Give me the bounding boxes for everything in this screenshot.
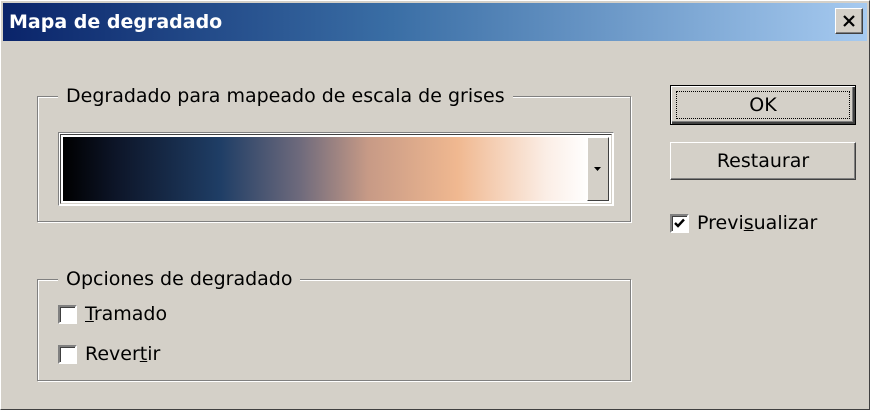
- gradient-group-legend: Degradado para mapeado de escala de gris…: [58, 83, 513, 109]
- window-title: Mapa de degradado: [9, 11, 223, 33]
- options-group-legend: Opciones de degradado: [58, 266, 301, 292]
- dither-checkbox[interactable]: [58, 304, 77, 324]
- chevron-down-icon: [594, 166, 601, 171]
- gradient-picker[interactable]: [58, 132, 614, 206]
- reverse-checkbox[interactable]: [58, 344, 77, 364]
- close-button[interactable]: [835, 8, 863, 34]
- focus-rect: [676, 91, 850, 119]
- reverse-option[interactable]: Revertir: [58, 343, 160, 365]
- dither-option[interactable]: Tramado: [58, 303, 167, 325]
- reset-button[interactable]: Restaurar: [670, 142, 856, 180]
- check-icon: [674, 218, 685, 228]
- preview-option[interactable]: Previsualizar: [670, 212, 817, 234]
- gradient-map-dialog: Mapa de degradado Degradado para mapeado…: [0, 0, 870, 410]
- preview-checkbox[interactable]: [670, 213, 689, 233]
- gradient-frame: [60, 134, 612, 204]
- reset-button-label: Restaurar: [716, 150, 810, 172]
- gradient-preview-bar[interactable]: [63, 137, 589, 201]
- gradient-options-groupbox: Opciones de degradado: [37, 266, 631, 381]
- gradient-dropdown-button[interactable]: [587, 137, 609, 201]
- reverse-label: Revertir: [85, 343, 161, 365]
- close-icon: [843, 15, 855, 27]
- preview-label: Previsualizar: [697, 212, 818, 234]
- title-bar[interactable]: Mapa de degradado: [3, 3, 867, 41]
- ok-button[interactable]: OK: [670, 85, 856, 125]
- dither-label: Tramado: [85, 303, 168, 325]
